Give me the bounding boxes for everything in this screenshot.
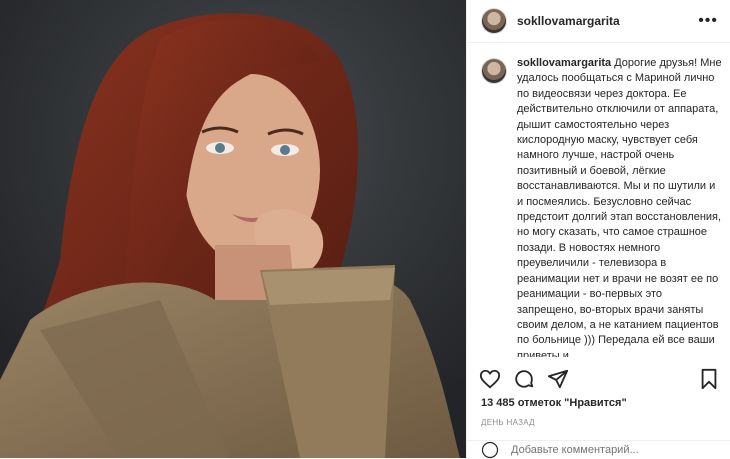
caption-block: sokllovamargarita Дорогие друзья! Мне уд…: [481, 56, 722, 357]
likes-count[interactable]: 13 485 отметок "Нравится": [481, 397, 627, 409]
more-horizontal-icon[interactable]: •••: [698, 12, 718, 30]
bookmark-icon[interactable]: [698, 368, 720, 390]
comment-input[interactable]: [509, 443, 713, 457]
post-photo[interactable]: [0, 0, 466, 458]
caption-username[interactable]: sokllovamargarita: [517, 57, 611, 69]
post-date[interactable]: День назад: [481, 418, 535, 427]
comment-icon[interactable]: [513, 368, 535, 390]
emoji-icon[interactable]: [481, 441, 499, 459]
caption-text: Дорогие друзья! Мне удалось пообщаться с…: [517, 57, 722, 357]
post-header: sokllovamargarita •••: [467, 0, 730, 43]
portrait-image: [0, 0, 466, 458]
comment-bar: [467, 440, 730, 459]
post-side-panel: sokllovamargarita ••• sokllovamargarita …: [466, 0, 730, 459]
avatar[interactable]: [481, 8, 507, 34]
caption: sokllovamargarita Дорогие друзья! Мне уд…: [517, 56, 722, 357]
username[interactable]: sokllovamargarita: [517, 14, 698, 28]
heart-icon[interactable]: [479, 368, 501, 390]
caption-avatar[interactable]: [481, 58, 507, 84]
action-bar: [479, 365, 720, 393]
share-icon[interactable]: [547, 368, 569, 390]
